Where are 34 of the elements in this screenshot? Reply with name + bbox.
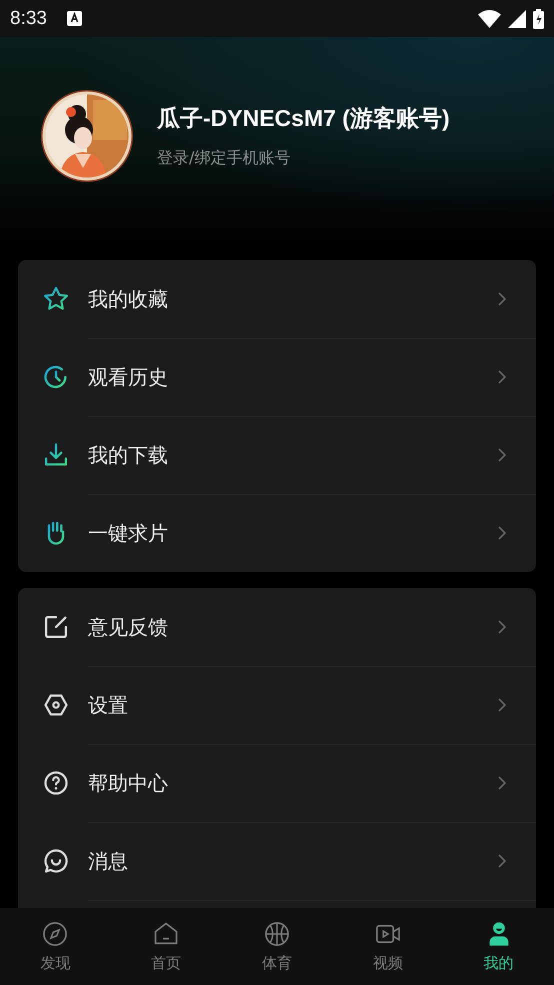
chat-bubble-icon [42,847,70,875]
menu-item[interactable]: 观看历史 [88,364,498,390]
battery-icon [533,8,544,28]
edit-icon [42,613,70,641]
menu-item[interactable]: 一键求片 [88,520,498,546]
chevron-right-icon [498,776,506,790]
user-name: 瓜子-DYNECsM7 (游客账号) [157,104,450,133]
chevron-right-icon [498,854,506,868]
chevron-right-icon [498,698,506,712]
nav-tab[interactable]: 体育 [222,908,332,985]
keyboard-icon [66,11,82,26]
login-link[interactable]: 登录/绑定手机账号 [157,148,450,169]
clock-time: 8:33 [10,8,47,30]
menu-item[interactable]: 消息 [88,848,498,874]
signal-icon [508,10,526,28]
menu-item[interactable]: 我的下载 [88,442,498,468]
help-icon [42,769,70,797]
nav-tab[interactable]: 我的 [443,908,554,985]
menu-item[interactable]: 我的收藏 [88,286,498,312]
wifi-icon [478,10,501,28]
nav-tab[interactable]: 发现 [0,908,111,985]
nav-tab[interactable]: 首页 [110,908,222,985]
menu-item[interactable]: 意见反馈 [88,614,498,640]
menu-item[interactable]: 设置 [88,692,498,718]
compass-icon [41,920,70,948]
chevron-right-icon [498,526,506,540]
chevron-right-icon [498,292,506,306]
star-icon [42,285,70,313]
basketball-icon [262,920,291,948]
chevron-right-icon [498,370,506,384]
chevron-right-icon [498,620,506,634]
chevron-right-icon [498,448,506,462]
menu-item[interactable]: 帮助中心 [88,770,498,796]
nav-tab[interactable]: 视频 [332,908,444,985]
